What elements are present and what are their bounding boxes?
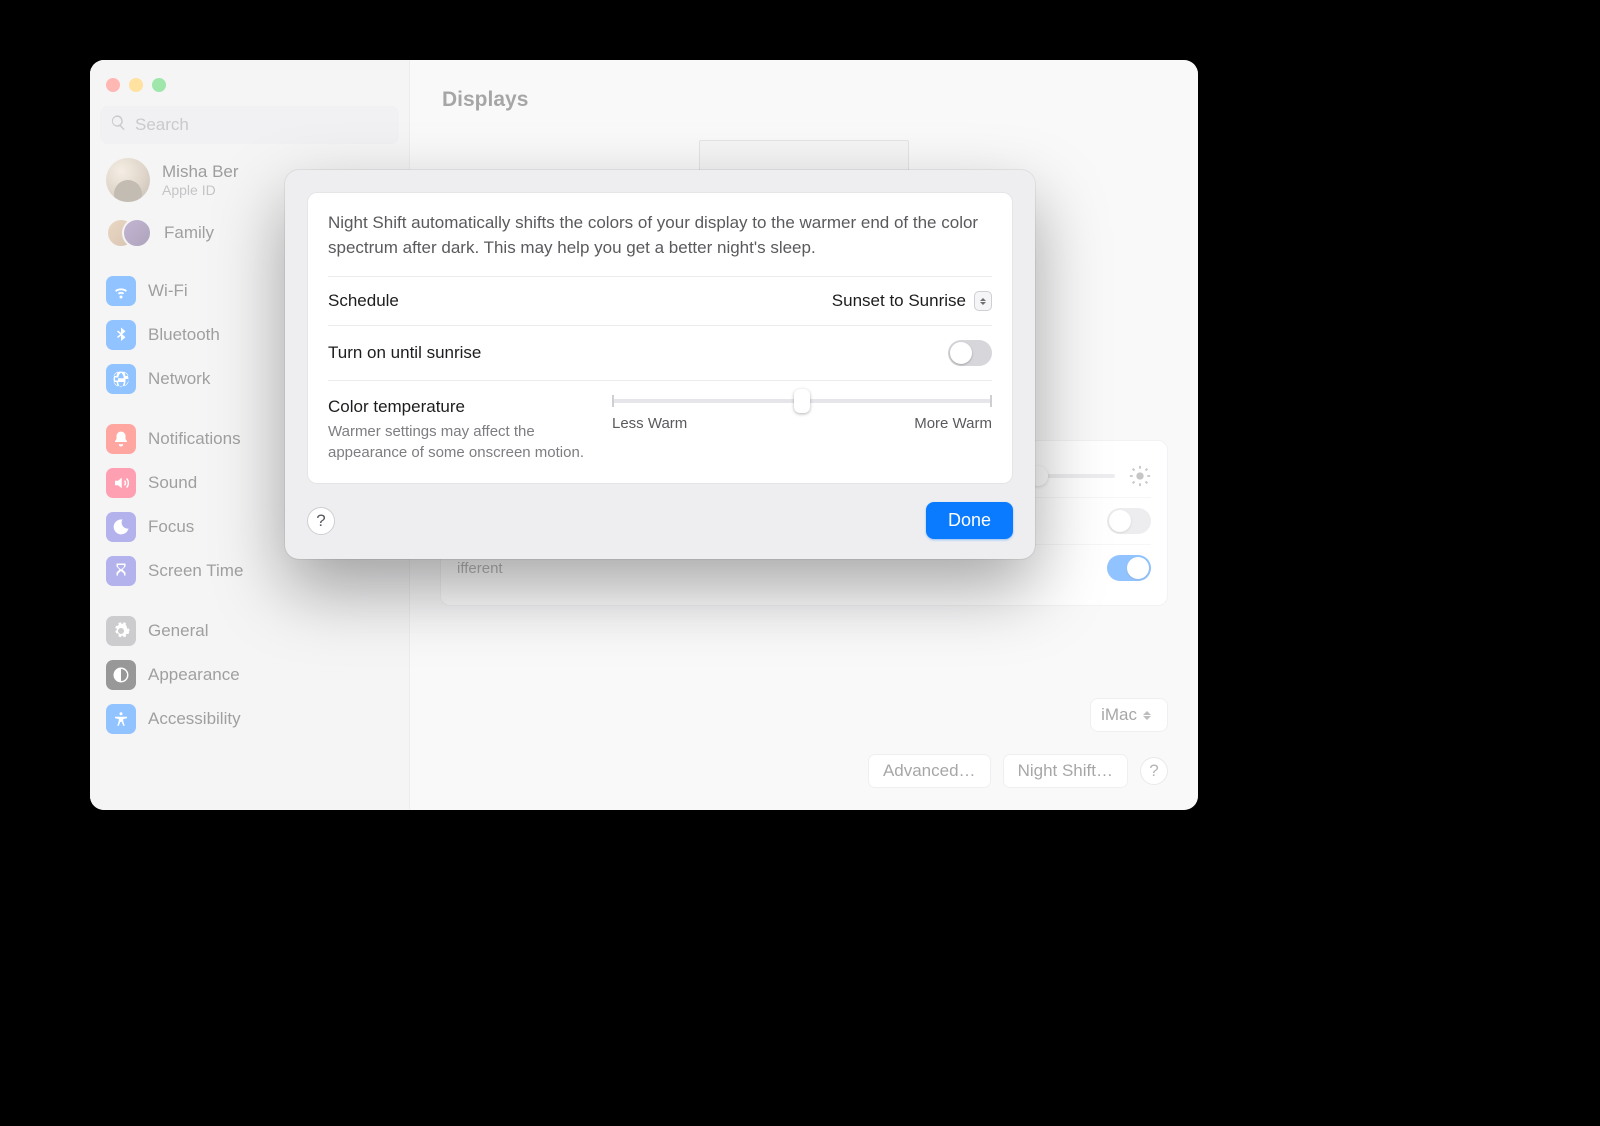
color-temperature-row: Color temperature Warmer settings may af… [328,380,992,467]
turn-on-toggle[interactable] [948,340,992,366]
search-icon [110,114,127,136]
close-window-button[interactable] [106,78,120,92]
sidebar-item-label: Appearance [148,665,240,685]
sidebar-item-label: Network [148,369,210,389]
family-label: Family [164,223,214,243]
done-button[interactable]: Done [926,502,1013,539]
night-shift-sheet: Night Shift automatically shifts the col… [285,170,1035,559]
globe-icon [106,364,136,394]
sidebar-item-label: Focus [148,517,194,537]
color-temperature-slider[interactable] [612,399,992,403]
auto-brightness-toggle[interactable] [1107,508,1151,534]
chevron-updown-icon [1143,708,1157,722]
content-footer: Advanced… Night Shift… ? [440,754,1168,788]
color-profile-value: iMac [1101,705,1137,725]
sidebar-item-appearance[interactable]: Appearance [100,654,399,696]
sidebar-item-general[interactable]: General [100,610,399,652]
true-tone-note: ifferent [457,560,503,577]
sidebar-item-label: Notifications [148,429,241,449]
search-input[interactable] [135,115,389,135]
turn-on-row: Turn on until sunrise [328,325,992,380]
sidebar-item-label: Bluetooth [148,325,220,345]
wifi-icon [106,276,136,306]
color-temperature-label: Color temperature [328,397,588,417]
schedule-row: Schedule Sunset to Sunrise [328,276,992,325]
slider-min-label: Less Warm [612,415,687,432]
bluetooth-icon [106,320,136,350]
sidebar-item-label: Screen Time [148,561,243,581]
hourglass-icon [106,556,136,586]
sidebar-item-accessibility[interactable]: Accessibility [100,698,399,740]
page-title: Displays [440,60,1168,122]
accessibility-icon [106,704,136,734]
schedule-select[interactable]: Sunset to Sunrise [832,291,992,311]
night-shift-description: Night Shift automatically shifts the col… [328,211,992,276]
search-field[interactable] [100,106,399,144]
sidebar-item-label: Sound [148,473,197,493]
night-shift-button[interactable]: Night Shift… [1003,754,1128,788]
bell-icon [106,424,136,454]
color-profile-select[interactable]: iMac [1090,698,1168,732]
window-controls [100,72,399,106]
schedule-label: Schedule [328,291,399,311]
help-button[interactable]: ? [1140,757,1168,785]
color-temperature-note: Warmer settings may affect the appearanc… [328,421,588,463]
speaker-icon [106,468,136,498]
sidebar-item-label: Accessibility [148,709,241,729]
advanced-button[interactable]: Advanced… [868,754,991,788]
sheet-help-button[interactable]: ? [307,507,335,535]
zoom-window-button[interactable] [152,78,166,92]
slider-max-label: More Warm [914,415,992,432]
schedule-value: Sunset to Sunrise [832,291,966,311]
user-avatar [106,158,150,202]
minimize-window-button[interactable] [129,78,143,92]
user-subtitle: Apple ID [162,182,239,198]
true-tone-toggle[interactable] [1107,555,1151,581]
sheet-footer: ? Done [285,484,1035,559]
chevron-updown-icon [974,291,992,311]
gear-icon [106,616,136,646]
sheet-body: Night Shift automatically shifts the col… [307,192,1013,484]
turn-on-label: Turn on until sunrise [328,343,481,363]
appearance-icon [106,660,136,690]
moon-icon [106,512,136,542]
sidebar-item-label: Wi-Fi [148,281,188,301]
sidebar-item-label: General [148,621,208,641]
brightness-high-icon [1129,465,1151,487]
user-name: Misha Ber [162,162,239,182]
family-avatars [106,216,152,250]
